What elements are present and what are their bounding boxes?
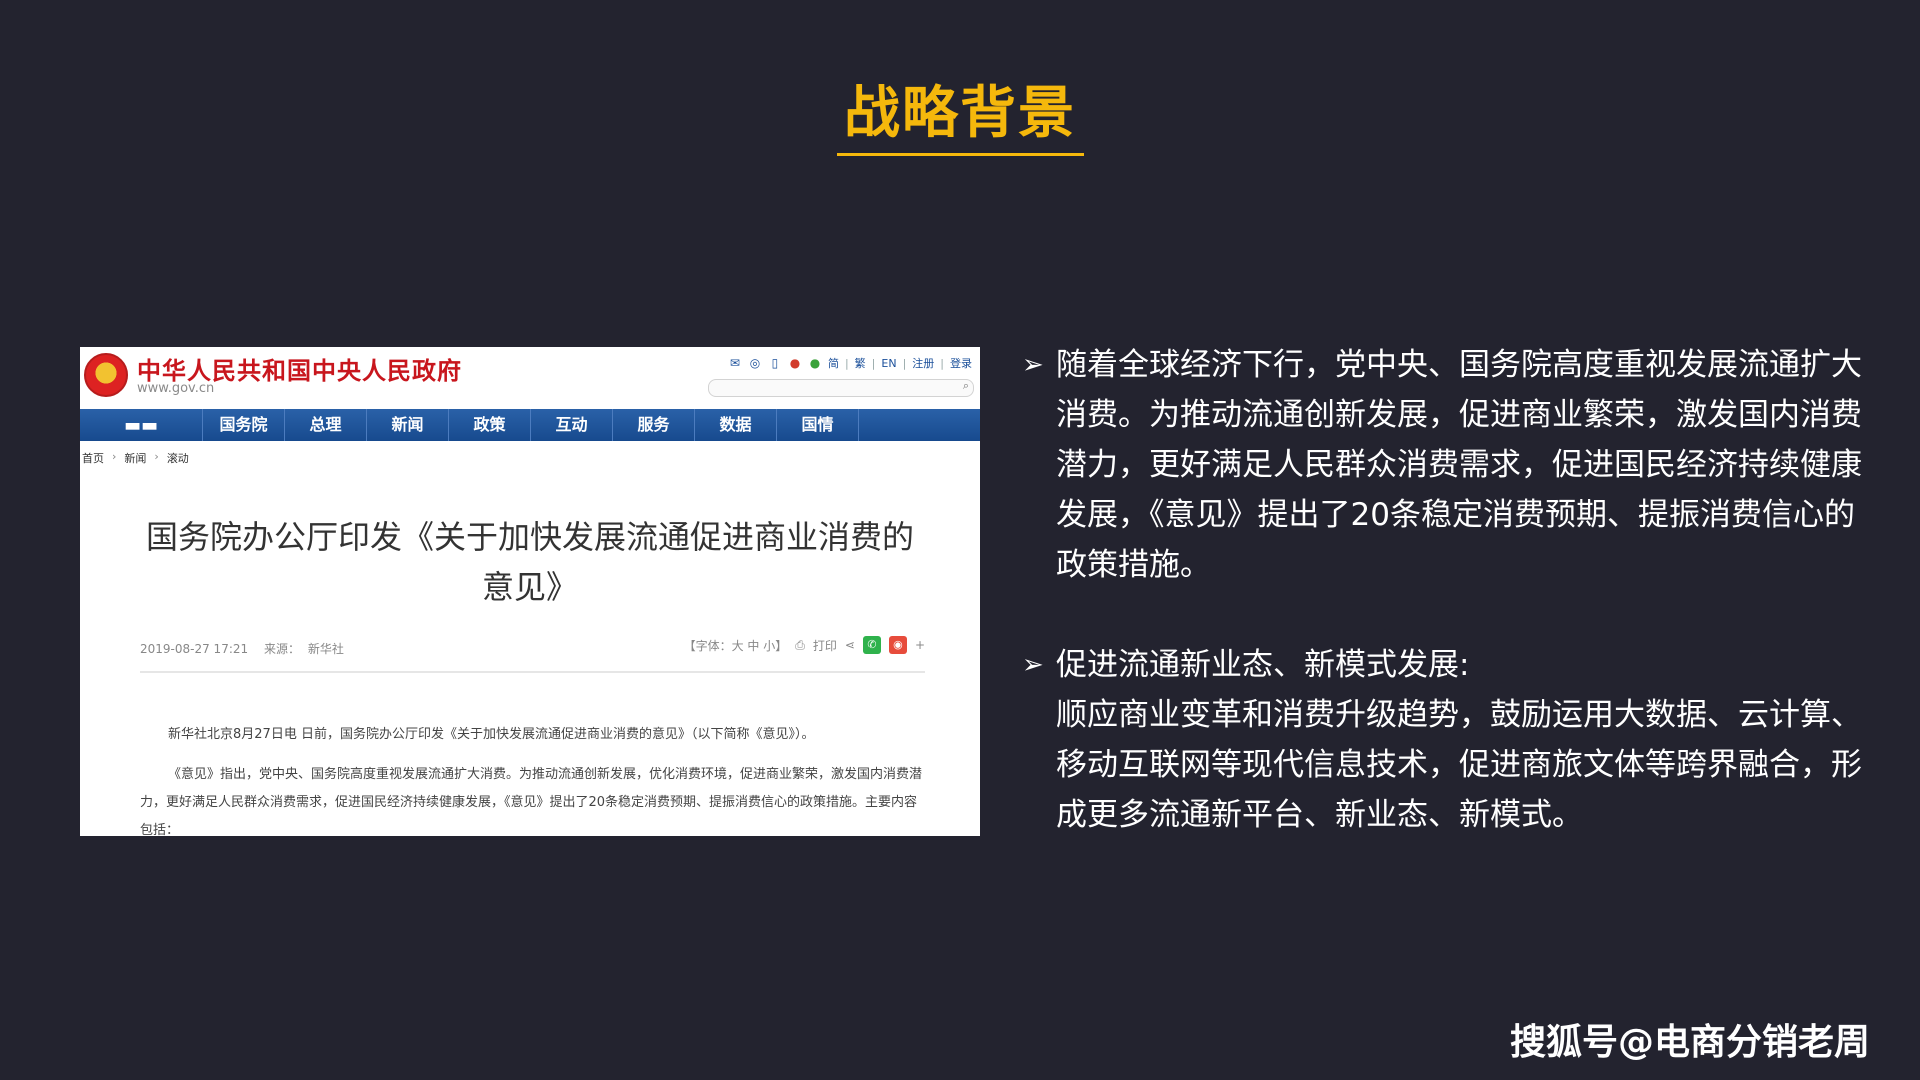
- link-login[interactable]: 登录: [950, 355, 972, 371]
- link-simplified[interactable]: 简: [828, 355, 839, 371]
- at-icon[interactable]: ◎: [748, 357, 762, 369]
- more-share-icon[interactable]: +: [915, 638, 925, 652]
- search-icon[interactable]: ⌕: [963, 379, 969, 393]
- share-icon[interactable]: ⋖: [845, 638, 855, 652]
- nav-home-icon[interactable]: ▬▬: [80, 409, 203, 441]
- breadcrumb-separator: ›: [112, 450, 117, 463]
- website-screenshot: 中华人民共和国中央人民政府 www.gov.cn ✉ ◎ ▯ ● ● 简 | 繁…: [80, 347, 980, 836]
- nav-item-premier[interactable]: 总理: [285, 409, 367, 441]
- article-paragraph-2: 《意见》指出，党中央、国务院高度重视发展流通扩大消费。为推动流通创新发展，优化消…: [140, 767, 923, 836]
- bullet-arrow-icon: ➢: [1022, 350, 1044, 380]
- breadcrumb-news[interactable]: 新闻: [124, 450, 146, 466]
- article-source-label: 来源：: [263, 642, 300, 656]
- mail-icon[interactable]: ✉: [728, 357, 742, 369]
- site-url: www.gov.cn: [137, 381, 215, 396]
- title-underline: [837, 153, 1084, 156]
- slide-title: 战略背景: [844, 81, 1076, 146]
- bullet-point-2: ➢ 促进流通新业态、新模式发展: 顺应商业变革和消费升级趋势，鼓励运用大数据、云…: [1022, 640, 1882, 840]
- link-register[interactable]: 注册: [912, 355, 934, 371]
- wechat-icon[interactable]: ●: [808, 357, 822, 369]
- print-link[interactable]: 打印: [813, 637, 837, 654]
- nav-item-national[interactable]: 国情: [777, 409, 859, 441]
- weibo-share-icon[interactable]: ◉: [888, 636, 907, 654]
- bullet-2-heading: 促进流通新业态、新模式发展:: [1056, 647, 1470, 683]
- link-traditional[interactable]: 繁: [855, 355, 866, 371]
- nav-item-state-council[interactable]: 国务院: [203, 409, 285, 441]
- watermark: 搜狐号@电商分销老周: [1509, 1022, 1870, 1063]
- article-title: 国务院办公厅印发《关于加快发展流通促进商业消费的意见》: [145, 518, 914, 606]
- mobile-icon[interactable]: ▯: [768, 357, 782, 369]
- bullet-2-text: 顺应商业变革和消费升级趋势，鼓励运用大数据、云计算、移动互联网等现代信息技术，促…: [1056, 697, 1862, 833]
- article-source: 新华社: [307, 642, 344, 656]
- site-navbar: ▬▬ 国务院 总理 新闻 政策 互动 服务 数据 国情: [80, 409, 980, 441]
- national-emblem-icon: [84, 353, 128, 397]
- link-english[interactable]: EN: [881, 357, 896, 370]
- nav-item-data[interactable]: 数据: [695, 409, 777, 441]
- article-meta: 2019-08-27 17:21 来源： 新华社 【字体：大 中 小】 ⎙ 打印…: [140, 636, 925, 657]
- breadcrumb-home[interactable]: 首页: [82, 450, 104, 466]
- site-header: 中华人民共和国中央人民政府 www.gov.cn ✉ ◎ ▯ ● ● 简 | 繁…: [80, 347, 980, 409]
- print-icon[interactable]: ⎙: [795, 638, 805, 653]
- weibo-icon[interactable]: ●: [788, 357, 802, 369]
- nav-item-news[interactable]: 新闻: [367, 409, 449, 441]
- meta-divider: [140, 671, 925, 673]
- breadcrumb-scroll[interactable]: 滚动: [167, 450, 189, 466]
- site-search-input[interactable]: ⌕: [708, 379, 974, 397]
- bullet-point-1: ➢ 随着全球经济下行，党中央、国务院高度重视发展流通扩大消费。为推动流通创新发展…: [1022, 340, 1882, 590]
- breadcrumb-separator: ›: [154, 450, 159, 463]
- nav-item-services[interactable]: 服务: [613, 409, 695, 441]
- article-paragraph-1: 新华社北京8月27日电 日前，国务院办公厅印发《关于加快发展流通促进商业消费的意…: [168, 727, 815, 742]
- nav-item-interaction[interactable]: 互动: [531, 409, 613, 441]
- breadcrumb: 首页 › 新闻 › 滚动: [82, 450, 189, 466]
- article-date: 2019-08-27 17:21: [140, 642, 249, 656]
- header-tools: ✉ ◎ ▯ ● ● 简 | 繁 | EN | 注册 | 登录: [728, 355, 972, 371]
- bullet-arrow-icon: ➢: [1022, 650, 1044, 680]
- wechat-share-icon[interactable]: ✆: [862, 636, 881, 654]
- font-size-control[interactable]: 【字体：大 中 小】: [684, 637, 788, 654]
- nav-item-policy[interactable]: 政策: [449, 409, 531, 441]
- bullet-1-text: 随着全球经济下行，党中央、国务院高度重视发展流通扩大消费。为推动流通创新发展，促…: [1056, 347, 1862, 583]
